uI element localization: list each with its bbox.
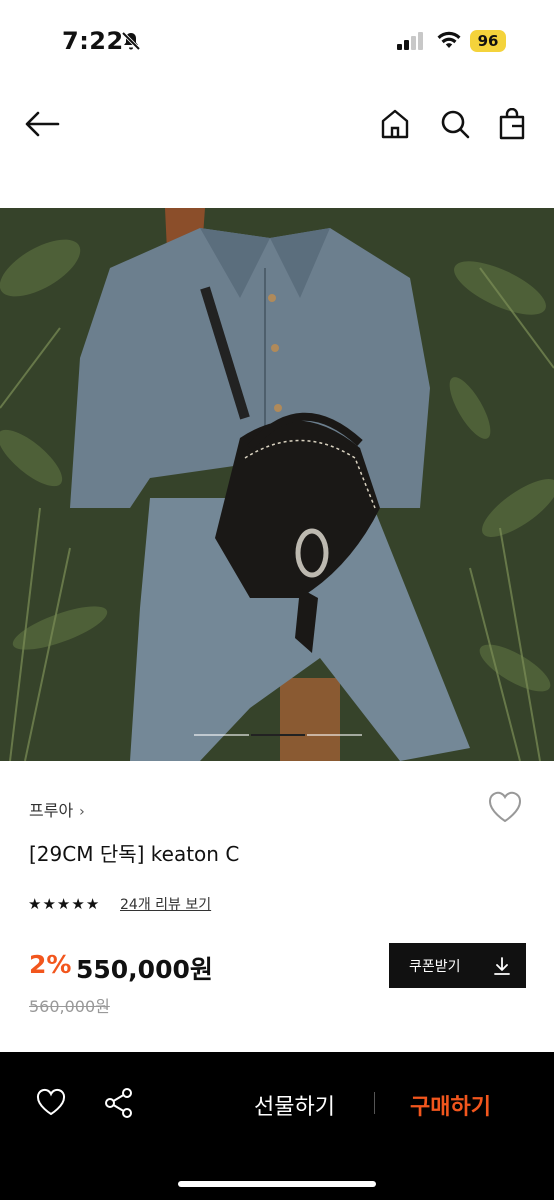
wifi-icon	[437, 31, 461, 48]
discount-rate: 2%	[29, 950, 72, 979]
gift-button[interactable]: 선물하기	[254, 1089, 335, 1121]
product-photo-illustration	[0, 208, 554, 761]
cart-button[interactable]	[492, 104, 532, 144]
share-icon	[105, 1088, 132, 1118]
star-icon: ★	[42, 895, 56, 913]
star-icon: ★	[85, 895, 100, 913]
rating-stars: ★ ★ ★ ★ ★	[28, 897, 99, 912]
chevron-right-icon: ›	[79, 804, 85, 820]
star-icon: ★	[28, 895, 42, 913]
download-icon	[494, 957, 510, 975]
home-button[interactable]	[375, 104, 415, 144]
divider	[374, 1092, 375, 1114]
brand-name: 프루아	[29, 801, 74, 820]
brand-link[interactable]: 프루아 ›	[29, 797, 85, 821]
bottom-action-bar: 선물하기 구매하기	[0, 1052, 554, 1200]
pager-dot	[307, 734, 363, 736]
battery-indicator: 96	[470, 30, 506, 52]
bell-slash-icon	[121, 31, 141, 51]
share-button[interactable]	[104, 1087, 134, 1123]
pager-dot	[194, 734, 249, 736]
home-icon	[381, 109, 409, 139]
top-navigation	[0, 90, 554, 160]
star-icon: ★	[56, 895, 71, 913]
status-time: 7:22	[62, 27, 124, 55]
back-button[interactable]	[22, 104, 62, 144]
search-button[interactable]	[435, 104, 475, 144]
signal-icon	[397, 32, 423, 50]
star-icon: ★	[71, 895, 85, 913]
buy-button[interactable]: 구매하기	[410, 1089, 491, 1121]
sale-price: 550,000원	[76, 955, 213, 984]
coupon-button[interactable]: 쿠폰받기	[389, 943, 526, 988]
search-icon	[441, 110, 470, 139]
coupon-label: 쿠폰받기	[409, 958, 461, 975]
bottom-like-button[interactable]	[36, 1088, 66, 1120]
shopping-bag-icon	[499, 108, 525, 140]
status-bar: 7:22 96	[0, 0, 554, 80]
pager-dot-active	[250, 734, 306, 736]
heart-icon	[488, 791, 522, 823]
product-title: [29CM 단독] keaton C	[29, 842, 240, 866]
image-pager	[193, 734, 363, 737]
like-button[interactable]	[487, 790, 523, 828]
product-image[interactable]	[0, 208, 554, 761]
original-price: 560,000원	[29, 997, 110, 1016]
heart-icon	[36, 1088, 66, 1116]
arrow-left-icon	[25, 111, 60, 137]
home-indicator	[178, 1181, 376, 1187]
review-link[interactable]: 24개 리뷰 보기	[120, 894, 211, 914]
